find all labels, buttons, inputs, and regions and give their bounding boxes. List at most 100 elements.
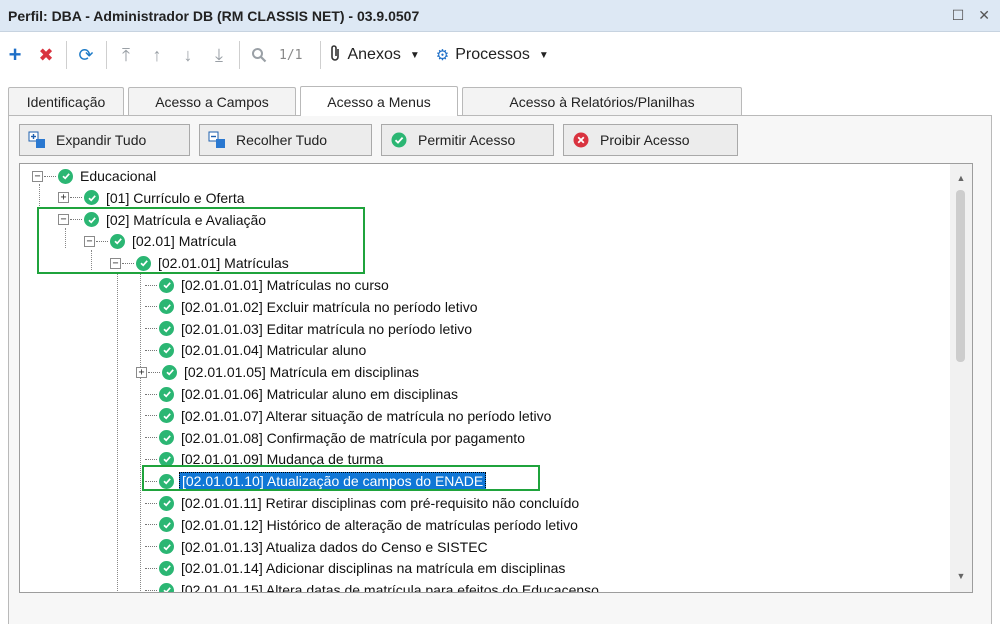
allowed-check-icon[interactable] bbox=[159, 451, 174, 467]
allowed-check-icon[interactable] bbox=[159, 277, 174, 293]
menu-access-tree[interactable]: − Educacional + [01] Currículo e Oferta − [02… bbox=[19, 163, 973, 593]
tree-node[interactable]: − [02] Matrícula e Avaliação bbox=[58, 210, 268, 230]
tree-node[interactable]: [02.01.01.13] Atualiza dados do Censo e … bbox=[145, 537, 490, 557]
maximize-icon[interactable]: ☐ bbox=[952, 7, 965, 24]
allowed-check-icon[interactable] bbox=[159, 342, 174, 358]
tree-node[interactable]: [02.01.01.06] Matricular aluno em discip… bbox=[145, 384, 460, 404]
tree-node[interactable]: − [02.01] Matrícula bbox=[84, 231, 238, 251]
tree-node[interactable]: [02.01.01.02] Excluir matrícula no perío… bbox=[145, 297, 480, 317]
allowed-check-icon[interactable] bbox=[84, 190, 99, 206]
expand-all-button[interactable]: Expandir Tudo bbox=[19, 124, 190, 156]
tree-node-label: [02.01.01] Matrículas bbox=[158, 255, 289, 272]
tree-node[interactable]: [02.01.01.12] Histórico de alteração de … bbox=[145, 515, 580, 535]
collapse-toggle-icon[interactable]: − bbox=[58, 214, 69, 226]
allowed-check-icon[interactable] bbox=[159, 408, 174, 424]
tree-guide bbox=[117, 272, 118, 592]
tree-node[interactable]: [02.01.01.04] Matricular aluno bbox=[145, 340, 368, 360]
tree-connector bbox=[145, 589, 157, 591]
allow-check-icon bbox=[390, 131, 408, 149]
tab-acesso-menus[interactable]: Acesso a Menus bbox=[300, 86, 458, 116]
scroll-down-icon[interactable]: ▼ bbox=[950, 566, 972, 586]
tree-node[interactable]: + [01] Currículo e Oferta bbox=[58, 188, 247, 208]
allowed-check-icon[interactable] bbox=[159, 386, 174, 402]
tree-node[interactable]: [02.01.01.15] Altera datas de matrícula … bbox=[145, 580, 601, 592]
tree-node[interactable]: + [02.01.01.05] Matrícula em disciplinas bbox=[136, 362, 421, 382]
search-icon[interactable] bbox=[248, 42, 270, 68]
gear-icon: ⚙ bbox=[435, 47, 450, 64]
move-first-icon[interactable]: ⤒ bbox=[115, 42, 137, 68]
tree-guide bbox=[39, 184, 40, 206]
tree-connector bbox=[145, 306, 157, 308]
expand-toggle-icon[interactable]: + bbox=[136, 366, 147, 378]
allowed-check-icon[interactable] bbox=[159, 560, 174, 576]
tree-node[interactable]: [02.01.01.09] Mudança de turma bbox=[145, 449, 385, 469]
title-bar: Perfil: DBA - Administrador DB (RM CLASS… bbox=[0, 0, 1000, 32]
allowed-check-icon[interactable] bbox=[84, 212, 99, 228]
tree-scrollbar[interactable]: ▲ ▼ bbox=[950, 164, 972, 592]
tree-node[interactable]: [02.01.01.11] Retirar disciplinas com pr… bbox=[145, 493, 581, 513]
allowed-check-icon[interactable] bbox=[58, 168, 73, 184]
allowed-check-icon[interactable] bbox=[136, 255, 151, 271]
action-bar: Expandir Tudo Recolher Tudo Permitir Ace… bbox=[19, 124, 747, 156]
expand-tree-icon bbox=[28, 131, 46, 149]
paperclip-icon bbox=[329, 44, 341, 66]
tree-node[interactable]: − [02.01.01] Matrículas bbox=[110, 253, 291, 273]
toolbar-separator bbox=[66, 41, 67, 69]
tab-identificacao[interactable]: Identificação bbox=[8, 87, 124, 115]
allowed-check-icon[interactable] bbox=[159, 582, 174, 592]
allowed-check-icon[interactable] bbox=[159, 495, 174, 511]
expand-toggle-icon[interactable]: + bbox=[58, 192, 69, 204]
allowed-check-icon[interactable] bbox=[159, 473, 174, 489]
tree-node[interactable]: [02.01.01.14] Adicionar disciplinas na m… bbox=[145, 558, 567, 578]
delete-icon[interactable]: ✖ bbox=[35, 42, 57, 68]
tree-node-label: Educacional bbox=[80, 168, 157, 184]
scroll-up-icon[interactable]: ▲ bbox=[950, 168, 972, 188]
tree-node-label: [02.01.01.03] Editar matrícula no períod… bbox=[181, 320, 473, 337]
collapse-toggle-icon[interactable]: − bbox=[110, 257, 121, 269]
tab-label: Acesso à Relatórios/Planilhas bbox=[509, 93, 695, 110]
tree-connector bbox=[145, 415, 157, 417]
tree-connector bbox=[44, 175, 56, 177]
tree-connector bbox=[96, 240, 108, 242]
allowed-check-icon[interactable] bbox=[159, 539, 174, 555]
tree-connector bbox=[145, 437, 157, 439]
deny-access-button[interactable]: Proibir Acesso bbox=[563, 124, 738, 156]
allowed-check-icon[interactable] bbox=[159, 517, 174, 533]
tree-node-label: [02.01.01.13] Atualiza dados do Censo e … bbox=[181, 538, 488, 555]
collapse-toggle-icon[interactable]: − bbox=[84, 235, 95, 247]
allowed-check-icon[interactable] bbox=[159, 430, 174, 446]
refresh-icon[interactable]: ⟳ bbox=[75, 42, 97, 68]
allowed-check-icon[interactable] bbox=[159, 299, 174, 315]
tree-node[interactable]: − Educacional bbox=[32, 166, 158, 186]
tree-node[interactable]: [02.01.01.10] Atualização de campos do E… bbox=[145, 471, 487, 491]
tab-label: Acesso a Campos bbox=[155, 93, 269, 110]
tab-acesso-relatorios[interactable]: Acesso à Relatórios/Planilhas bbox=[462, 87, 742, 115]
tree-node[interactable]: [02.01.01.08] Confirmação de matrícula p… bbox=[145, 428, 527, 448]
tree-node-label: [02.01.01.01] Matrículas no curso bbox=[181, 277, 389, 293]
toolbar: + ✖ ⟳ ⤒ ↑ ↓ ⤓ 1/1 Anexos ▼ ⚙ Processos ▼ bbox=[0, 33, 1000, 77]
tree-node[interactable]: [02.01.01.01] Matrículas no curso bbox=[145, 275, 391, 295]
allowed-check-icon[interactable] bbox=[159, 321, 174, 337]
move-up-icon[interactable]: ↑ bbox=[146, 42, 168, 68]
allowed-check-icon[interactable] bbox=[110, 233, 125, 249]
allow-access-button[interactable]: Permitir Acesso bbox=[381, 124, 554, 156]
processes-menu[interactable]: ⚙ Processos ▼ bbox=[436, 46, 549, 64]
tree-node-label: [02.01.01.06] Matricular aluno em discip… bbox=[181, 386, 459, 402]
collapse-toggle-icon[interactable]: − bbox=[32, 170, 43, 182]
window-controls: ☐ ✕ bbox=[952, 7, 990, 24]
tree-node-label: [02.01.01.10] Atualização de campos do E… bbox=[179, 472, 487, 491]
add-icon[interactable]: + bbox=[4, 42, 26, 68]
move-last-icon[interactable]: ⤓ bbox=[208, 42, 230, 68]
attachments-menu[interactable]: Anexos ▼ bbox=[329, 44, 420, 66]
tree-guide bbox=[140, 272, 141, 592]
tree-node[interactable]: [02.01.01.03] Editar matrícula no períod… bbox=[145, 319, 474, 339]
move-down-icon[interactable]: ↓ bbox=[177, 42, 199, 68]
scroll-thumb[interactable] bbox=[956, 190, 965, 362]
collapse-all-button[interactable]: Recolher Tudo bbox=[199, 124, 372, 156]
tree-node-label: [02.01.01.11] Retirar disciplinas com pr… bbox=[181, 495, 580, 511]
tree-node[interactable]: [02.01.01.07] Alterar situação de matríc… bbox=[145, 406, 553, 426]
tree-connector bbox=[145, 328, 157, 330]
tab-acesso-campos[interactable]: Acesso a Campos bbox=[128, 87, 296, 115]
allowed-check-icon[interactable] bbox=[162, 364, 177, 380]
close-icon[interactable]: ✕ bbox=[978, 7, 990, 24]
